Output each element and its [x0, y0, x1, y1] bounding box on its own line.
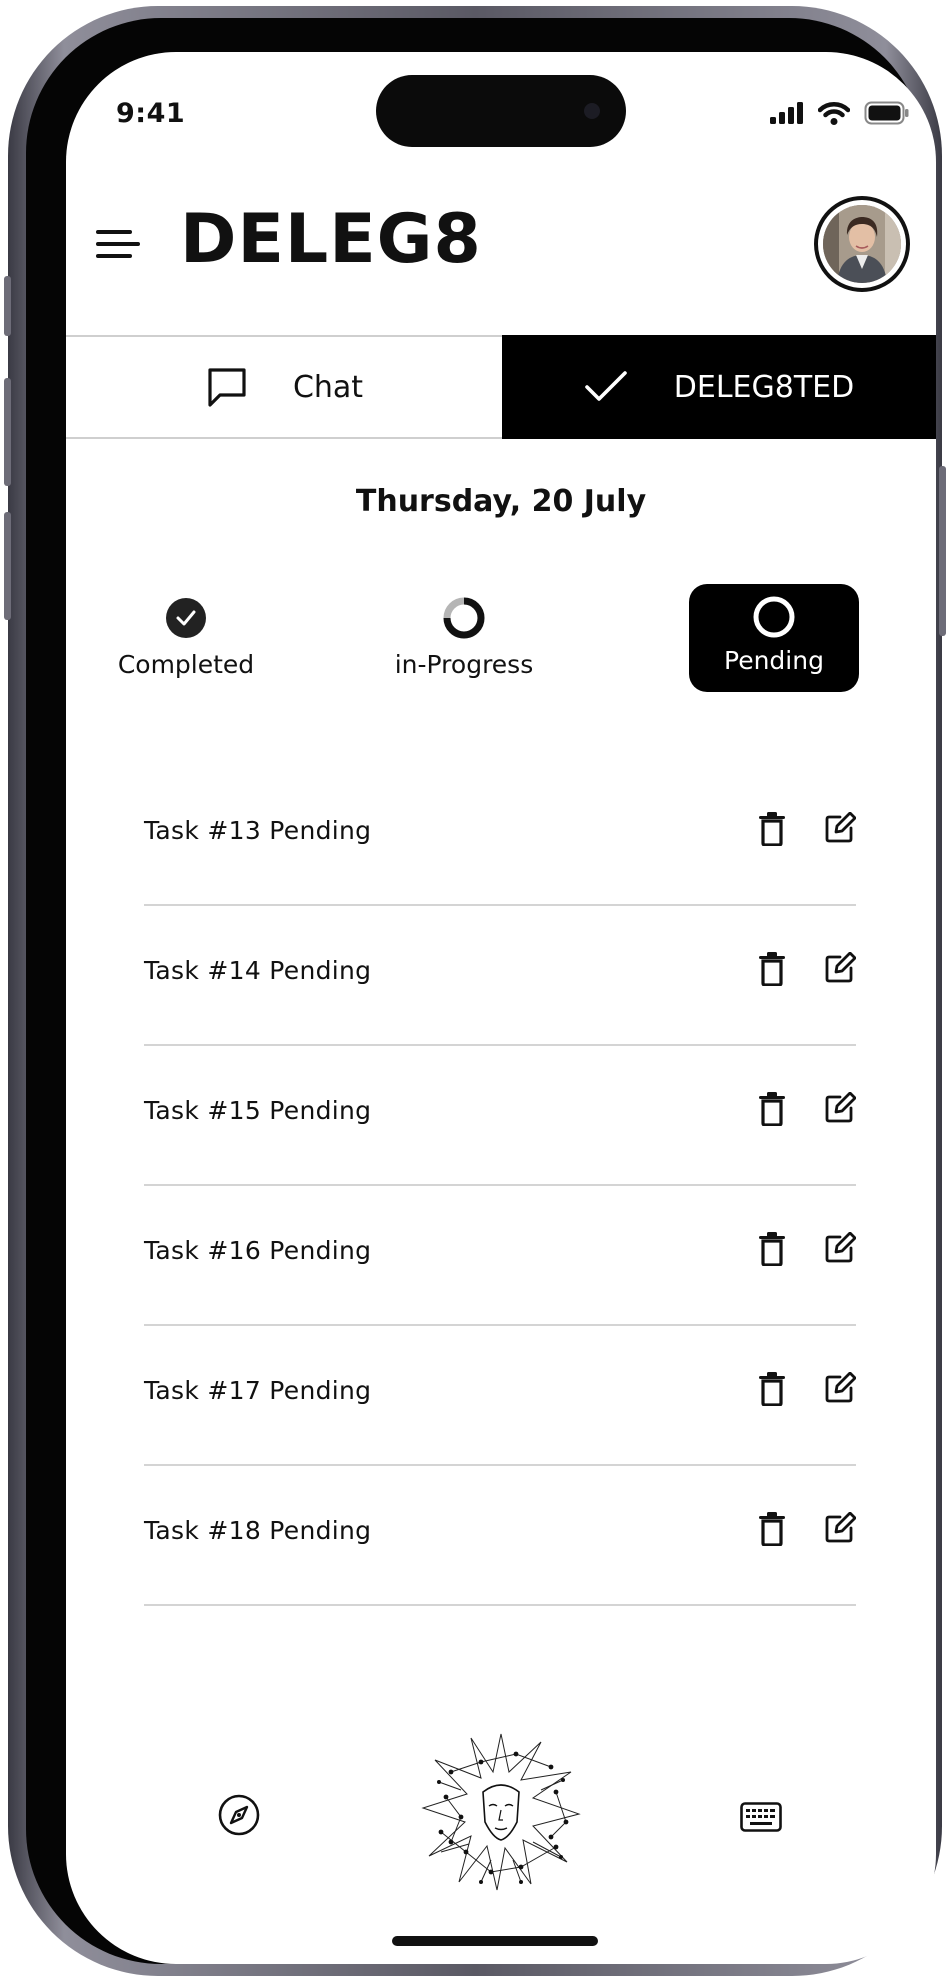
- trash-icon[interactable]: [758, 1232, 786, 1266]
- status-time: 9:41: [116, 98, 186, 129]
- phone-bezel: 9:41 DELEG8 Chat DELEG8TED Thursday, 20 …: [26, 18, 936, 1964]
- trash-icon[interactable]: [758, 952, 786, 986]
- filter-in-progress[interactable]: in-Progress: [384, 596, 544, 679]
- progress-ring-icon: [443, 597, 485, 639]
- edit-icon[interactable]: [824, 812, 856, 844]
- app-title: DELEG8: [180, 200, 482, 279]
- task-label: Task #18 Pending: [144, 1516, 372, 1545]
- task-row[interactable]: Task #17 Pending: [144, 1326, 856, 1466]
- trash-icon[interactable]: [758, 1372, 786, 1406]
- edit-icon[interactable]: [824, 1232, 856, 1264]
- edit-icon[interactable]: [824, 952, 856, 984]
- filter-in-progress-label: in-Progress: [394, 650, 534, 679]
- task-row[interactable]: Task #14 Pending: [144, 906, 856, 1046]
- front-camera: [584, 103, 600, 119]
- task-label: Task #15 Pending: [144, 1096, 372, 1125]
- tab-chat[interactable]: Chat: [66, 337, 502, 437]
- tab-bar: Chat DELEG8TED: [66, 335, 936, 439]
- volume-down-button: [4, 512, 11, 620]
- task-label: Task #16 Pending: [144, 1236, 372, 1265]
- avatar-photo: [823, 205, 901, 283]
- task-label: Task #13 Pending: [144, 816, 372, 845]
- dynamic-island: [376, 75, 626, 147]
- task-row[interactable]: Task #13 Pending: [144, 766, 856, 906]
- checkmark-icon: [584, 371, 627, 401]
- tab-delegated[interactable]: DELEG8TED: [502, 335, 936, 439]
- trash-icon[interactable]: [758, 1512, 786, 1546]
- status-icons: [770, 100, 910, 126]
- screen: 9:41 DELEG8 Chat DELEG8TED Thursday, 20 …: [66, 52, 936, 1964]
- action-button: [4, 276, 11, 336]
- filter-pending-label: Pending: [724, 646, 824, 675]
- wifi-icon: [818, 102, 850, 125]
- battery-icon: [864, 101, 909, 125]
- task-row[interactable]: Task #18 Pending: [144, 1466, 856, 1606]
- tab-delegated-label: DELEG8TED: [673, 369, 855, 405]
- menu-icon[interactable]: [96, 228, 140, 260]
- phone-frame: 9:41 DELEG8 Chat DELEG8TED Thursday, 20 …: [4, 6, 946, 1976]
- cellular-signal-icon: [770, 102, 803, 124]
- filter-pending[interactable]: Pending: [689, 584, 859, 692]
- tab-chat-label: Chat: [292, 369, 364, 405]
- edit-icon[interactable]: [824, 1512, 856, 1544]
- filter-completed[interactable]: Completed: [112, 596, 260, 679]
- empty-circle-icon: [753, 596, 795, 638]
- home-indicator[interactable]: [392, 1936, 598, 1946]
- check-circle-icon: [166, 598, 206, 638]
- task-row[interactable]: Task #15 Pending: [144, 1046, 856, 1186]
- task-label: Task #14 Pending: [144, 956, 372, 985]
- keyboard-icon[interactable]: [740, 1802, 782, 1832]
- task-row[interactable]: Task #16 Pending: [144, 1186, 856, 1326]
- edit-icon[interactable]: [824, 1092, 856, 1124]
- chat-bubble-icon: [208, 368, 246, 407]
- date-heading: Thursday, 20 July: [355, 484, 647, 519]
- volume-up-button: [4, 378, 11, 486]
- filter-completed-label: Completed: [117, 650, 255, 679]
- trash-icon[interactable]: [758, 1092, 786, 1126]
- power-button: [939, 466, 946, 636]
- edit-icon[interactable]: [824, 1372, 856, 1404]
- compass-icon[interactable]: [218, 1794, 260, 1836]
- task-label: Task #17 Pending: [144, 1376, 372, 1405]
- ai-face-logo-icon[interactable]: [421, 1732, 581, 1892]
- avatar[interactable]: [814, 196, 910, 292]
- trash-icon[interactable]: [758, 812, 786, 846]
